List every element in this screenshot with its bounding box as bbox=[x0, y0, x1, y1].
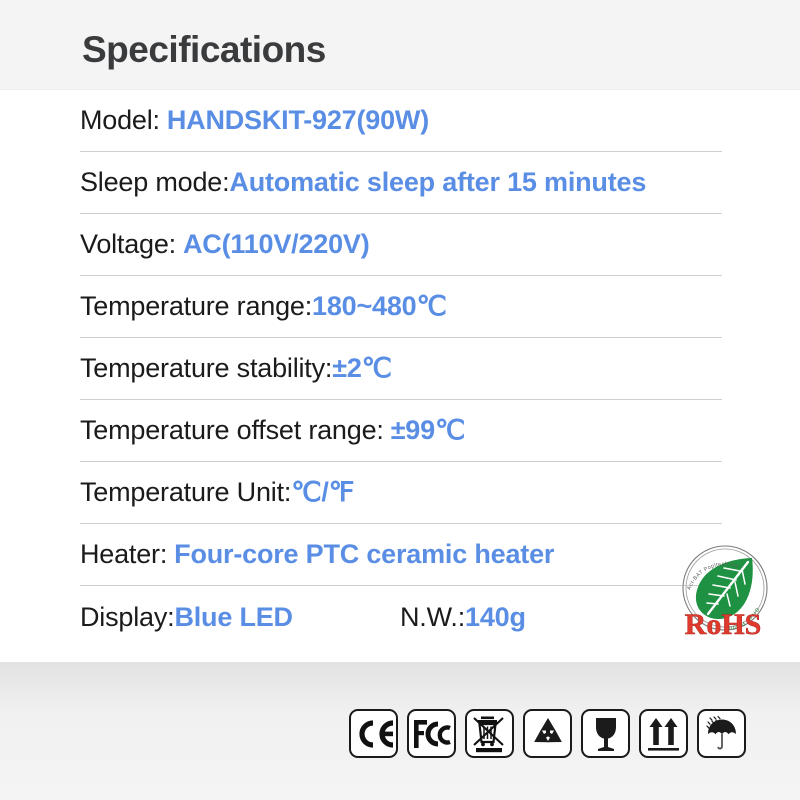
spec-label: Heater: bbox=[80, 539, 168, 569]
spec-value: Automatic sleep after 15 minutes bbox=[229, 167, 647, 197]
spec-value: 180~480℃ bbox=[312, 291, 447, 321]
table-row: Model: HANDSKIT-927(90W) bbox=[80, 90, 722, 152]
ce-mark-icon bbox=[349, 709, 398, 758]
table-row: Temperature offset range: ±99℃ bbox=[80, 400, 722, 462]
table-row: Temperature stability: ±2℃ bbox=[80, 338, 722, 400]
table-row: Sleep mode: Automatic sleep after 15 min… bbox=[80, 152, 722, 214]
bottom-panel bbox=[0, 662, 800, 800]
spec-label: Model: bbox=[80, 105, 160, 135]
spec-value-display: Blue LED bbox=[174, 601, 293, 632]
rohs-wordmark: RoHS bbox=[685, 608, 762, 641]
spec-label: Temperature range: bbox=[80, 291, 313, 321]
spec-value: ±99℃ bbox=[390, 415, 466, 445]
spec-label: Temperature offset range: bbox=[80, 415, 384, 445]
spec-label-display: Display: bbox=[80, 601, 175, 632]
net-weight-group: N.W.: 140g bbox=[400, 602, 526, 633]
rohs-badge: Act-BAT Popltech Inc. Green Product RoHS bbox=[672, 538, 778, 642]
fragile-glass-icon bbox=[581, 709, 630, 758]
spec-label: Temperature stability: bbox=[80, 353, 333, 383]
spec-label: Voltage: bbox=[80, 229, 176, 259]
table-row: Temperature range: 180~480℃ bbox=[80, 276, 722, 338]
spec-label: Sleep mode: bbox=[80, 167, 230, 197]
recycle-icon bbox=[523, 709, 572, 758]
spec-value: Four-core PTC ceramic heater bbox=[174, 539, 555, 569]
spec-value: ±2℃ bbox=[332, 353, 392, 383]
weee-bin-icon bbox=[465, 709, 514, 758]
spec-label: Temperature Unit: bbox=[80, 477, 292, 507]
keep-dry-icon bbox=[697, 709, 746, 758]
rohs-logo-icon: Act-BAT Popltech Inc. Green Product RoHS bbox=[682, 545, 768, 641]
spec-value: HANDSKIT-927(90W) bbox=[166, 105, 429, 135]
table-row: Voltage: AC(110V/220V) bbox=[80, 214, 722, 276]
specifications-page: Specifications Model: HANDSKIT-927(90W) … bbox=[0, 0, 800, 800]
this-side-up-icon bbox=[639, 709, 688, 758]
page-title: Specifications bbox=[82, 29, 326, 70]
table-row-display-weight: Display: Blue LED N.W.: 140g bbox=[80, 586, 722, 648]
table-row: Temperature Unit: ℃/℉ bbox=[80, 462, 722, 524]
certification-icons-row bbox=[349, 709, 746, 758]
spec-value: ℃/℉ bbox=[291, 477, 355, 507]
table-row: Heater: Four-core PTC ceramic heater bbox=[80, 524, 722, 586]
header-band: Specifications bbox=[0, 0, 800, 90]
spec-value-net-weight: 140g bbox=[465, 601, 526, 632]
fcc-mark-icon bbox=[407, 709, 456, 758]
spec-value: AC(110V/220V) bbox=[183, 229, 370, 259]
spec-label-net-weight: N.W.: bbox=[400, 601, 465, 632]
